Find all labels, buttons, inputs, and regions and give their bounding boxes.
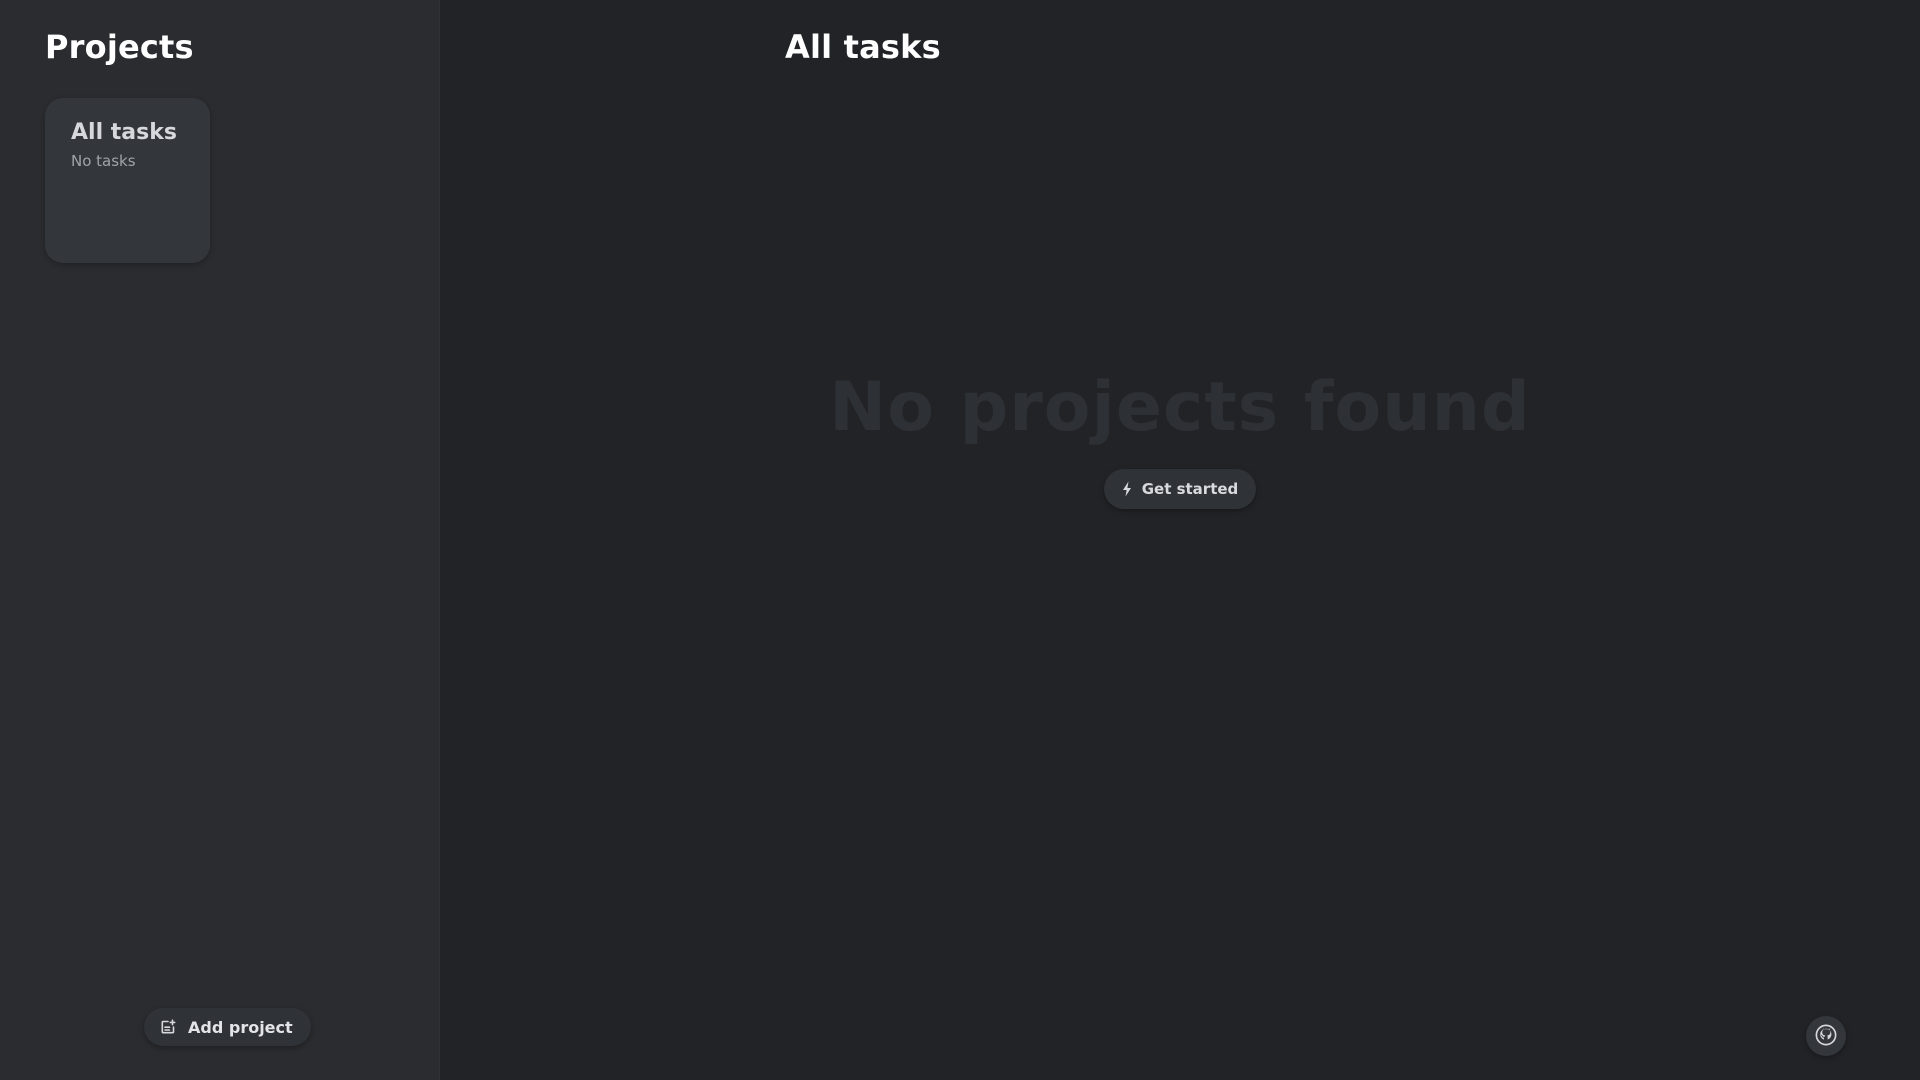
page-title: All tasks [785,28,941,66]
empty-state-title: No projects found [829,368,1531,447]
project-card-subtitle: No tasks [71,152,136,170]
github-button[interactable] [1806,1016,1846,1056]
get-started-button[interactable]: Get started [1103,469,1257,509]
github-icon [1815,1024,1837,1049]
project-card-all-tasks[interactable]: All tasks No tasks [45,98,210,263]
sidebar-title: Projects [45,28,194,66]
add-note-icon [160,1019,176,1035]
get-started-label: Get started [1141,480,1239,498]
sidebar: Projects All tasks No tasks Add project [0,0,440,1080]
add-project-button[interactable]: Add project [144,1008,311,1046]
app-root: Projects All tasks No tasks Add project … [0,0,1920,1080]
add-project-label: Add project [188,1017,293,1037]
main-content: All tasks No projects found Get started [440,0,1920,1080]
lightning-bolt-icon [1122,481,1132,497]
project-card-title: All tasks [71,120,177,145]
empty-state: No projects found Get started [440,368,1920,509]
